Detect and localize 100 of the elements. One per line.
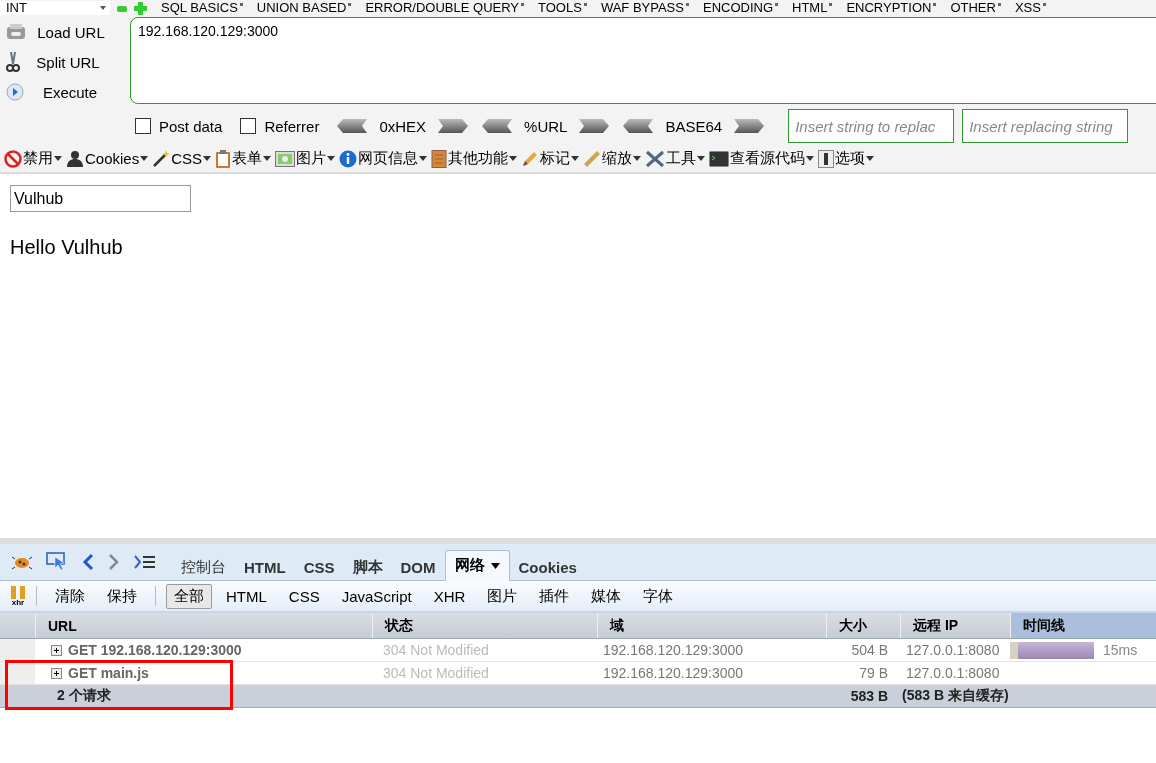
menu-item[interactable]: ENCODING [702,1,779,15]
menu-item[interactable]: OTHER [950,1,1001,15]
magic-wand-icon [152,149,171,168]
toolbar-menu-button[interactable]: 图片 [275,149,336,168]
column-header[interactable]: 状态 [372,613,597,638]
caret-icon [806,156,815,161]
action-button[interactable]: Load URL [26,23,130,41]
toolbar-menu-button[interactable]: 其他功能 [431,149,518,168]
row-gutter [0,639,35,661]
caret-icon [327,156,336,161]
expand-icon[interactable] [51,644,62,656]
command-line-icon[interactable] [134,555,156,569]
filter-button[interactable]: 字体 [635,583,682,609]
toolbar-button[interactable]: 保持 [99,583,145,609]
toolbar-menu-button[interactable]: 缩放 [583,149,642,168]
menu-item[interactable]: ENCRYPTION [846,1,937,15]
filter-button[interactable]: JavaScript [333,584,420,608]
column-header[interactable]: 时间线 [1010,613,1156,638]
caret-icon [571,156,580,161]
person-icon [66,149,84,168]
encoding-label: 0xHEX [378,117,428,135]
play-icon [6,83,24,101]
menu-item[interactable]: SQL BASICS [161,1,243,15]
caret-icon [54,156,62,161]
toolbar-menu-button[interactable]: 网页信息 [339,149,428,168]
replace-field[interactable]: Insert string to replac [788,109,955,143]
left-chevron-icon[interactable] [623,119,654,133]
panel-tab[interactable]: Cookies [509,554,586,581]
panel-tab[interactable]: 控制台 [172,554,235,581]
menu-item[interactable]: UNION BASED [256,1,352,15]
toolbar-menu-button[interactable]: 查看源代码 [709,149,815,168]
caret-icon [419,156,428,161]
checkbox[interactable] [240,118,257,134]
action-button[interactable]: Execute [24,83,130,101]
right-chevron-icon[interactable] [579,119,610,133]
panel-tab[interactable]: 网络 [444,550,510,581]
ruler-icon [583,149,602,168]
panel-tab[interactable]: 脚本 [343,554,392,581]
url-field[interactable]: 192.168.120.129:3000 [130,17,1156,104]
left-chevron-icon[interactable] [482,119,513,133]
request-url[interactable]: GET 192.168.120.129:3000 [68,642,242,658]
caret-icon [263,156,272,161]
toolbar-menu-button[interactable]: 禁用 [4,149,62,168]
table-cell-text: 192.168.120.129:3000 [602,641,745,660]
menu-item[interactable]: ERROR/DOUBLE QUERY [365,1,525,15]
tools-icon [645,149,666,168]
table-row[interactable]: GET 192.168.120.129:3000 304 Not Modified 192.168.120.129:3000 504 B 127.0.0.1:8080 15ms [0,639,1156,662]
right-chevron-icon[interactable] [734,119,765,133]
column-header[interactable]: 大小 [826,613,900,638]
pointer-icon[interactable] [46,552,68,572]
total-size: 583 B [849,687,889,706]
table-cell-text: 504 B [850,641,889,660]
caret-icon [140,156,149,161]
checkbox-label: Referrer [264,117,320,135]
text-field[interactable]: Vulhub [10,185,191,212]
toolbar-button[interactable]: 清除 [47,583,93,609]
panel-tab[interactable]: HTML [235,554,295,581]
pencil-icon [521,149,540,168]
scissors-icon [6,51,20,73]
filter-button[interactable]: 插件 [531,583,578,609]
menu-item[interactable]: WAF BYPASS [600,1,689,15]
column-header[interactable]: 域 [597,613,826,638]
toolbar-menu-button[interactable]: 选项 [818,149,875,168]
request-count: 2 个请求 [56,686,112,705]
xhr-toggle[interactable]: xhr [10,585,26,607]
menu-item[interactable]: TOOLS [538,1,587,15]
info-icon [339,149,358,168]
table-cell-text: 127.0.0.1:8080 [905,664,1001,683]
toolbar-menu-button[interactable]: 工具 [645,149,706,168]
filter-button[interactable]: HTML [218,584,275,608]
cached-size: (583 B 来自缓存) [901,686,1010,705]
checkbox[interactable] [135,118,151,134]
menu-item[interactable]: XSS [1014,1,1046,15]
column-header[interactable]: URL [35,613,372,638]
filter-button[interactable]: 媒体 [583,583,630,609]
no-entry-icon [4,149,22,168]
request-url[interactable]: GET main.js [68,665,149,681]
caret-icon [509,156,518,161]
toolbar-menu-button[interactable]: 标记 [521,149,580,168]
page-heading: Hello Vulhub [10,236,124,259]
toolbar-menu-button[interactable]: 表单 [215,149,272,168]
panel-tab[interactable]: CSS [294,554,344,581]
caret-icon [100,6,106,10]
menu-item[interactable]: HTML [792,1,833,15]
panel-tab[interactable]: DOM [391,554,445,581]
filter-button[interactable]: XHR [425,584,474,608]
terminal-icon [709,150,730,167]
bug-icon[interactable] [12,554,32,570]
expand-icon[interactable] [51,667,62,679]
filter-button[interactable]: CSS [280,584,328,608]
toolbar-menu-button[interactable]: Cookies [66,149,149,168]
filter-button[interactable]: 图片 [479,583,526,609]
left-chevron-icon[interactable] [337,119,368,133]
clipboard-icon [215,149,232,168]
right-chevron-icon[interactable] [438,119,469,133]
encoding-select[interactable]: INT [0,1,110,15]
replace-field[interactable]: Insert replacing string [962,109,1129,143]
filter-button[interactable]: 全部 [166,583,212,609]
action-button[interactable]: Split URL [20,53,130,71]
toolbar-menu-button[interactable]: CSS [152,149,212,168]
